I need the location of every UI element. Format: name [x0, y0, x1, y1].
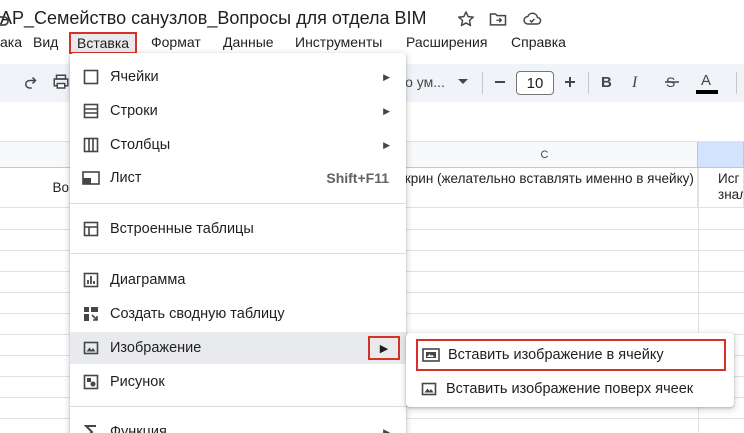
menu-item-drawing[interactable]: Рисунок [70, 366, 406, 398]
menu-item-label: Строки [110, 103, 158, 119]
menu-item-label: Вставить изображение поверх ячеек [446, 381, 694, 397]
menu-item-label: Вставить изображение в ячейку [448, 347, 664, 363]
sheet-icon [82, 169, 100, 187]
submenu-arrow-icon: ▶ [383, 105, 390, 116]
svg-text:I: I [631, 74, 638, 90]
cell-d-line1: Исг [718, 171, 740, 186]
menu-item-cells[interactable]: Ячейки ▶ [70, 61, 406, 93]
font-size-input[interactable]: 10 [516, 71, 554, 95]
menu-item-label: Функция [110, 424, 167, 433]
submenu-arrow-icon: ▶ [383, 71, 390, 82]
text-color-icon[interactable]: A [696, 70, 718, 96]
table-icon [82, 220, 100, 238]
image-icon [82, 339, 100, 357]
bold-icon[interactable]: B [596, 71, 616, 93]
menu-tools[interactable]: Инструменты [295, 32, 382, 54]
star-icon[interactable] [456, 9, 476, 29]
image-over-cells-icon [420, 380, 438, 398]
menu-item-tables[interactable]: Встроенные таблицы [70, 213, 406, 245]
title-bar: AP_Семейство санузлов_Вопросы для отдела… [0, 0, 744, 36]
italic-icon[interactable]: I [626, 71, 646, 93]
drawing-icon [82, 373, 100, 391]
columns-icon [82, 136, 100, 154]
insert-menu: Ячейки ▶ Строки ▶ Столбцы ▶ Лист Shift+F… [70, 53, 406, 433]
menu-item-label: Рисунок [110, 374, 165, 390]
menu-item-image[interactable]: Изображение ▶ [70, 332, 406, 364]
menu-item-pivot-table[interactable]: Создать сводную таблицу [70, 298, 406, 330]
document-title[interactable]: AP_Семейство санузлов_Вопросы для отдела… [0, 8, 427, 29]
svg-text:A: A [701, 72, 711, 89]
menu-item-label: Столбцы [110, 137, 171, 153]
menu-data[interactable]: Данные [223, 32, 274, 54]
cells-icon [82, 68, 100, 86]
redo-icon[interactable] [20, 71, 42, 93]
menu-insert[interactable]: Вставка [69, 32, 138, 54]
menu-extensions[interactable]: Расширения [406, 32, 487, 54]
menu-view[interactable]: Вид [33, 32, 58, 54]
submenu-arrow-icon: ▶ [383, 426, 390, 433]
menu-item-shortcut: Shift+F11 [326, 170, 389, 186]
menu-separator [70, 253, 406, 254]
menu-item-sheet[interactable]: Лист Shift+F11 [70, 162, 406, 194]
toolbar-separator [736, 72, 737, 94]
menu-separator [70, 203, 406, 204]
cell-d-line2: знал [718, 187, 743, 202]
menu-item-label: Диаграмма [110, 272, 186, 288]
print-icon[interactable] [50, 71, 72, 93]
menu-separator [70, 406, 406, 407]
rows-icon [82, 102, 100, 120]
menu-help[interactable]: Справка [511, 32, 566, 54]
menu-item-insert-image-in-cell[interactable]: Вставить изображение в ячейку [416, 339, 726, 371]
menu-item-rows[interactable]: Строки ▶ [70, 95, 406, 127]
cloud-status-icon[interactable] [522, 9, 542, 29]
menu-item-label: Ячейки [110, 69, 159, 85]
image-in-cell-icon [422, 346, 440, 364]
menu-item-label: Встроенные таблицы [110, 221, 254, 237]
function-icon [82, 423, 100, 433]
column-header-d[interactable] [698, 142, 744, 168]
chart-icon [82, 271, 100, 289]
menu-format[interactable]: Формат [151, 32, 201, 54]
menu-bar: ака Вид Вставка Формат Данные Инструмент… [0, 32, 744, 54]
decrease-size-icon[interactable] [490, 71, 510, 93]
increase-size-icon[interactable] [560, 71, 580, 93]
cell-d-header[interactable]: Исг знал [698, 168, 744, 208]
cell-c-header[interactable]: Скрин (желательно вставлять именно в яче… [392, 168, 698, 208]
svg-text:B: B [601, 74, 612, 90]
undo-icon[interactable] [0, 8, 10, 30]
menu-item-function[interactable]: Функция ▶ [70, 416, 406, 433]
menu-item-label: Лист [110, 170, 142, 186]
submenu-arrow-icon[interactable]: ▶ [368, 336, 400, 360]
pivot-table-icon [82, 305, 100, 323]
image-submenu: Вставить изображение в ячейку Вставить и… [406, 333, 734, 407]
toolbar-separator [482, 72, 483, 94]
submenu-arrow-icon: ▶ [383, 139, 390, 150]
font-family-select[interactable]: о ум... [400, 71, 450, 93]
menu-item-label: Создать сводную таблицу [110, 306, 285, 322]
menu-item-insert-image-over-cells[interactable]: Вставить изображение поверх ячеек [406, 372, 734, 406]
toolbar-separator [588, 72, 589, 94]
font-dropdown-icon[interactable] [454, 71, 472, 93]
menu-item-chart[interactable]: Диаграмма [70, 264, 406, 296]
strikethrough-icon[interactable]: S [662, 71, 682, 93]
column-header-c[interactable]: C [392, 142, 698, 168]
menu-item-label: Изображение [110, 340, 202, 356]
menu-item-columns[interactable]: Столбцы ▶ [70, 129, 406, 161]
move-folder-icon[interactable] [488, 9, 508, 29]
menu-edit[interactable]: ака [0, 32, 22, 54]
